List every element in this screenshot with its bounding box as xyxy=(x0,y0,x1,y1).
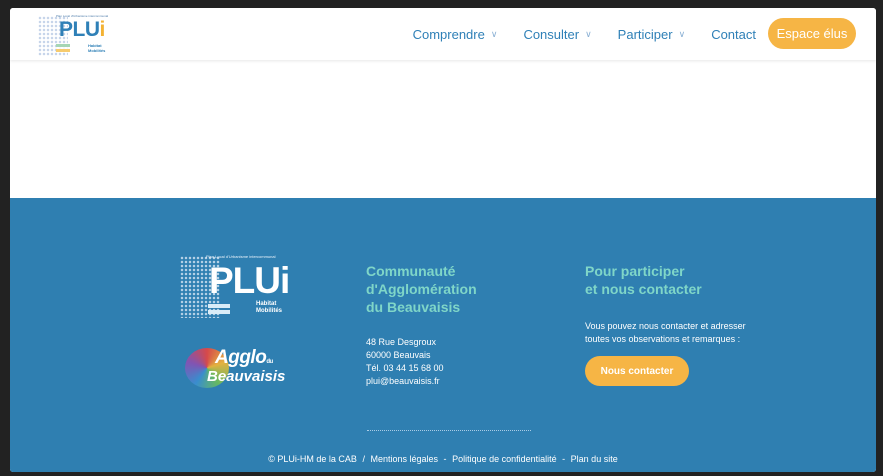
copyright-text: © PLUi-HM de la CAB xyxy=(268,454,357,464)
footer-logo-tagline: Plan Local d'Urbanisme intercommunal xyxy=(206,254,276,259)
logo-bar-yellow xyxy=(56,49,70,52)
nav-item-participer[interactable]: Participer ∨ xyxy=(618,27,686,42)
chevron-down-icon: ∨ xyxy=(585,28,592,39)
address-city: 60000 Beauvais xyxy=(366,350,431,360)
footer-logo-bar xyxy=(208,304,230,308)
nav-item-contact[interactable]: Contact xyxy=(711,27,756,42)
main-nav: Comprendre ∨ Consulter ∨ Participer ∨ Co… xyxy=(387,8,756,60)
nous-contacter-button[interactable]: Nous contacter xyxy=(585,356,689,386)
participate-column: Pour participer et nous contacter Vous p… xyxy=(585,262,755,386)
community-address: 48 Rue Desgroux 60000 Beauvais Tél. 03 4… xyxy=(366,336,536,388)
logo-bar-green xyxy=(56,44,70,47)
politique-confidentialite-link[interactable]: Politique de confidentialité xyxy=(452,454,557,464)
legal-separator: - xyxy=(443,454,447,464)
espace-elus-button[interactable]: Espace élus xyxy=(768,18,856,49)
participate-title: Pour participer et nous contacter xyxy=(585,263,702,297)
footer-plui-logo[interactable]: Plan Local d'Urbanisme intercommunal PLU… xyxy=(180,250,290,322)
email-link[interactable]: plui@beauvaisis.fr xyxy=(366,375,536,388)
legal-separator: / xyxy=(362,454,365,464)
phone-link[interactable]: Tél. 03 44 15 68 00 xyxy=(366,362,536,375)
community-column: Communauté d'Agglomération du Beauvaisis… xyxy=(366,262,536,388)
footer-divider xyxy=(367,430,531,431)
chevron-down-icon: ∨ xyxy=(678,28,686,39)
browser-viewport: Plan Local d'Urbanisme intercommunal PLU… xyxy=(10,8,876,472)
site-header: Plan Local d'Urbanisme intercommunal PLU… xyxy=(10,8,876,60)
agglo-logo-line1: Agglodu xyxy=(215,347,273,368)
address-street: 48 Rue Desgroux xyxy=(366,337,437,347)
logo-wordmark: PLUi xyxy=(59,18,105,41)
agglo-logo-line2: Beauvaisis xyxy=(207,368,286,385)
plan-du-site-link[interactable]: Plan du site xyxy=(571,454,618,464)
logo-subtitle: Habitat Mobilités xyxy=(88,43,106,53)
participate-text: Vous pouvez nous contacter et adresser t… xyxy=(585,321,746,344)
nav-item-comprendre[interactable]: Comprendre ∨ xyxy=(413,27,498,42)
legal-bar: © PLUi-HM de la CAB / Mentions légales -… xyxy=(10,454,876,464)
agglo-beauvaisis-logo[interactable]: Agglodu Beauvaisis xyxy=(185,344,285,394)
community-title: Communauté d'Agglomération du Beauvaisis xyxy=(366,263,477,315)
chevron-down-icon: ∨ xyxy=(490,28,498,39)
footer-logo-wordmark: PLUi xyxy=(209,260,290,301)
plui-logo[interactable]: Plan Local d'Urbanisme intercommunal PLU… xyxy=(38,12,118,58)
footer-logo-bar xyxy=(208,310,230,314)
legal-separator: - xyxy=(562,454,566,464)
nav-item-consulter[interactable]: Consulter ∨ xyxy=(523,27,591,42)
mentions-legales-link[interactable]: Mentions légales xyxy=(370,454,438,464)
footer-logo-subtitle: Habitat Mobilités xyxy=(256,301,283,314)
site-footer: Plan Local d'Urbanisme intercommunal PLU… xyxy=(10,198,876,472)
